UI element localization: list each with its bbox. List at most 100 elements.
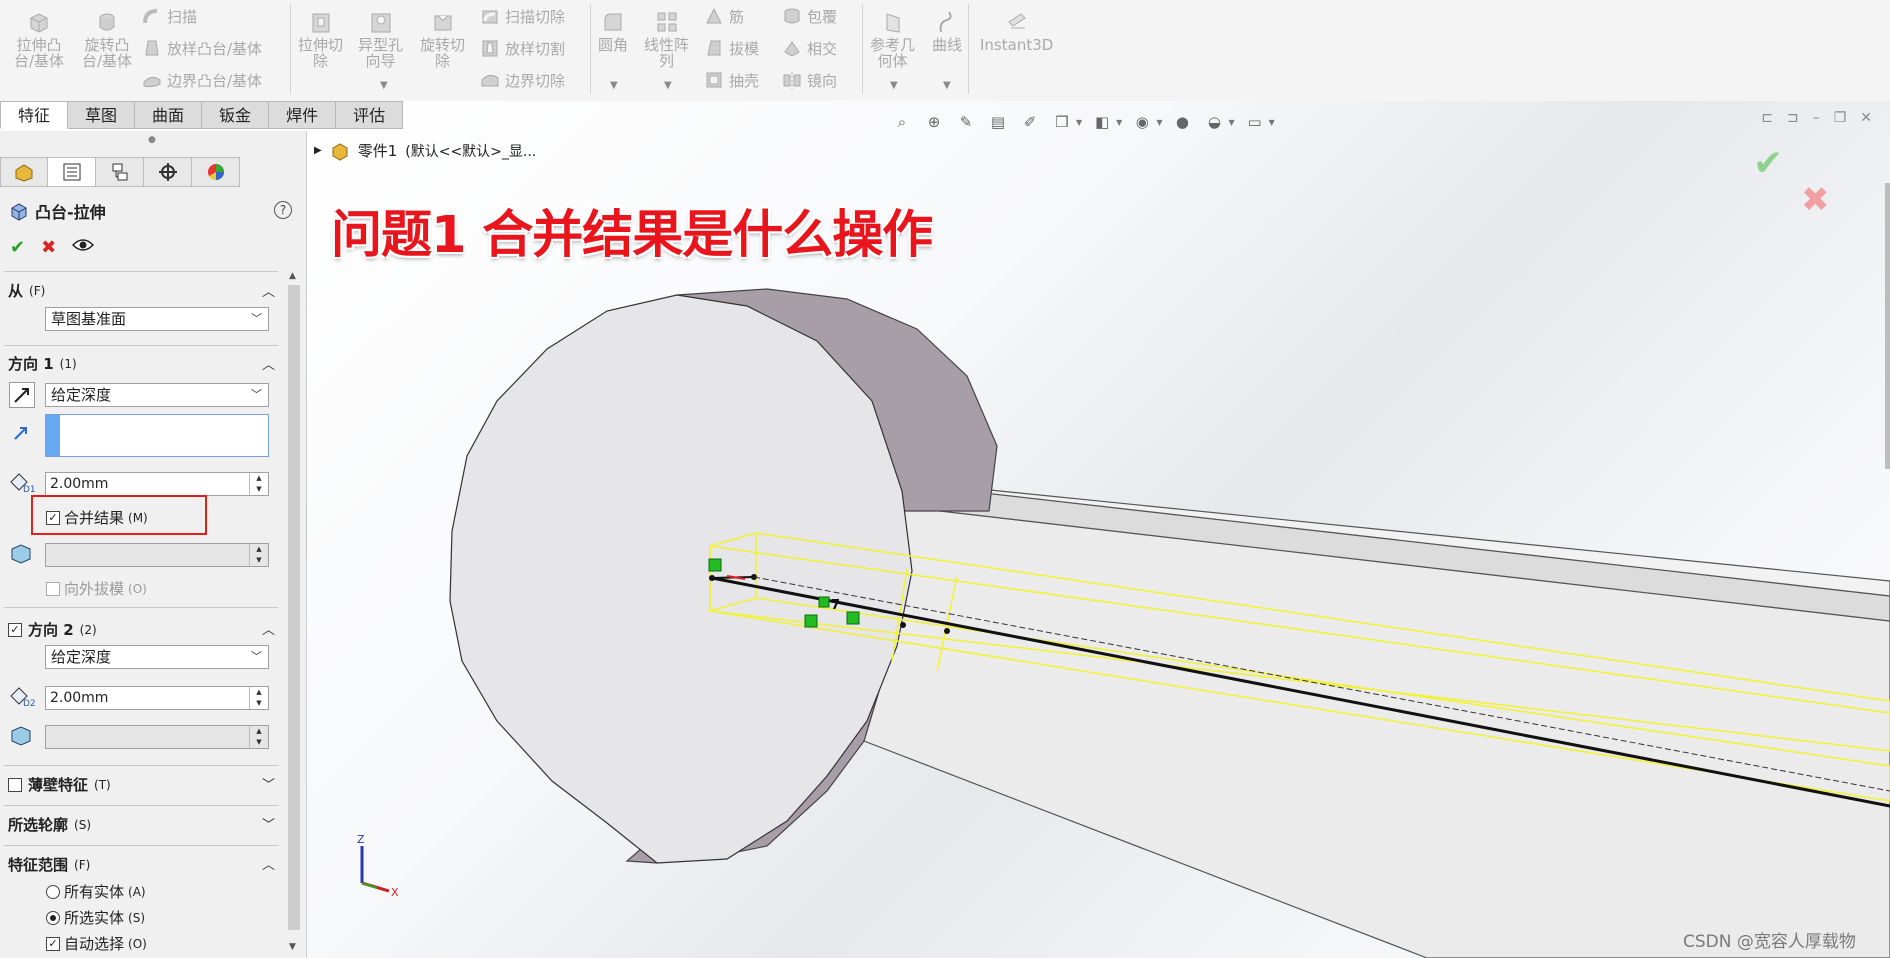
collapse-left-icon[interactable]: ⊏ (1761, 110, 1773, 126)
intersect-button[interactable]: 相交 (782, 36, 837, 60)
tree-expand-icon[interactable]: ▶ (314, 145, 322, 156)
curves-button[interactable]: 曲线 (932, 10, 962, 53)
boundary-cut-button[interactable]: 边界切除 (480, 68, 565, 92)
auto-select-checkbox[interactable]: ✓ 自动选择 (O) (46, 933, 147, 954)
thin-feature-expand-chevron-icon[interactable]: ﹀ (262, 774, 275, 793)
extruded-boss-button[interactable]: 拉伸凸 台/基体 (14, 10, 64, 69)
fillet-button[interactable]: 圆角 (598, 10, 628, 53)
close-icon[interactable]: ✕ (1860, 110, 1872, 126)
wrap-button[interactable]: 包覆 (782, 4, 837, 28)
direction2-end-condition-select[interactable]: 给定深度 ﹀ (45, 645, 269, 669)
view-settings-dropdown-icon[interactable]: ▼ (1269, 118, 1275, 127)
minimize-icon[interactable]: – (1813, 110, 1820, 126)
hole-wizard-button[interactable]: 异型孔 向导 (358, 10, 403, 69)
swept-boss-button[interactable]: 扫描 (142, 4, 197, 28)
tab-evaluate[interactable]: 评估 (336, 101, 404, 129)
view-orientation-dropdown-icon[interactable]: ▼ (1076, 118, 1082, 127)
all-bodies-radio[interactable]: 所有实体 (A) (46, 881, 146, 902)
ok-icon[interactable]: ✔ (10, 237, 25, 258)
rib-button[interactable]: 筋 (704, 4, 744, 28)
confirmation-ok-icon[interactable]: ✔ (1753, 143, 1783, 184)
detailed-preview-eye-icon[interactable] (72, 237, 95, 253)
revolved-boss-button[interactable]: 旋转凸 台/基体 (82, 10, 132, 69)
reference-geometry-button[interactable]: 参考几 何体 (870, 10, 915, 69)
feature-scope-section-header[interactable]: 特征范围 (F) (8, 854, 90, 875)
tab-sketch[interactable]: 草图 (68, 101, 136, 129)
tab-feature-manager[interactable] (0, 157, 48, 187)
restore-icon[interactable]: ❐ (1834, 110, 1847, 126)
zoom-to-area-icon[interactable]: ⊕ (922, 110, 946, 134)
thin-feature-section-header[interactable]: 薄壁特征 (T) (8, 774, 111, 795)
direction1-end-condition-select[interactable]: 给定深度 ﹀ (45, 383, 269, 407)
swept-cut-button[interactable]: 扫描切除 (480, 4, 565, 28)
help-icon[interactable]: ? (274, 201, 292, 219)
tab-features[interactable]: 特征 (0, 101, 69, 129)
revolved-cut-button[interactable]: 旋转切 除 (420, 10, 465, 69)
shell-button[interactable]: 抽壳 (704, 68, 759, 92)
instant3d-button[interactable]: Instant3D (980, 10, 1053, 53)
selected-bodies-radio[interactable]: 所选实体 (S) (46, 907, 145, 928)
boundary-boss-button[interactable]: 边界凸台/基体 (142, 68, 262, 92)
lofted-boss-button[interactable]: 放样凸台/基体 (142, 36, 262, 60)
view-settings-icon[interactable]: ▭ (1243, 110, 1267, 134)
from-collapse-chevron-icon[interactable]: ︿ (262, 281, 275, 300)
apply-scene-icon[interactable]: ◒ (1202, 110, 1226, 134)
draft-angle-input[interactable]: ▲ ▼ (45, 543, 269, 567)
draft-on-off-icon[interactable] (9, 541, 33, 565)
draft-angle-2-input[interactable]: ▲ ▼ (45, 725, 269, 749)
display-style-dropdown-icon[interactable]: ▼ (1116, 118, 1122, 127)
from-section-header[interactable]: 从 (F) (8, 280, 45, 301)
fillet-dropdown-icon[interactable]: ▼ (610, 80, 618, 91)
bar-body[interactable] (863, 488, 1890, 958)
scroll-up-icon[interactable]: ▲ (289, 271, 296, 281)
relation-marker-icon[interactable] (708, 558, 722, 572)
flyout-feature-tree[interactable]: ▶ 零件1 (默认<<默认>_显... (314, 140, 536, 161)
relation-marker-icon[interactable] (804, 614, 818, 628)
depth2-spinner[interactable]: ▲ ▼ (249, 687, 268, 709)
extruded-cut-button[interactable]: 拉伸切 除 (298, 10, 343, 69)
mirror-button[interactable]: 镜向 (782, 68, 837, 92)
hide-show-items-icon[interactable]: ◉ (1130, 110, 1154, 134)
linear-pattern-button[interactable]: 线性阵 列 (644, 10, 689, 69)
feature-scope-collapse-chevron-icon[interactable]: ︿ (262, 854, 275, 873)
tab-display-manager[interactable] (192, 157, 240, 187)
linear-pattern-dropdown-icon[interactable]: ▼ (664, 80, 672, 91)
hide-show-dropdown-icon[interactable]: ▼ (1156, 118, 1162, 127)
relation-marker-icon[interactable] (818, 596, 830, 608)
dynamic-annotation-icon[interactable]: ✐ (1018, 110, 1042, 134)
edit-appearance-icon[interactable]: ● (1170, 110, 1194, 134)
merge-result-checkbox[interactable]: ✓ 合并结果 (M) (46, 507, 148, 528)
scrollbar-thumb[interactable] (288, 285, 300, 930)
lofted-cut-button[interactable]: 放样切割 (480, 36, 565, 60)
cylinder-front-face[interactable] (449, 294, 913, 864)
direction2-check-icon[interactable]: ✓ (8, 622, 22, 637)
apply-scene-dropdown-icon[interactable]: ▼ (1228, 118, 1234, 127)
draft-outward-checkbox[interactable]: 向外拔模 (O) (46, 578, 147, 599)
direction1-section-header[interactable]: 方向 1 (1) (8, 353, 77, 374)
draft-on-off-2-icon[interactable] (9, 723, 33, 747)
selected-contours-expand-chevron-icon[interactable]: ﹀ (262, 814, 275, 833)
thin-feature-check-icon[interactable] (8, 777, 22, 792)
cancel-icon[interactable]: ✖ (41, 237, 56, 258)
hole-wizard-dropdown-icon[interactable]: ▼ (380, 80, 388, 91)
tab-sheet-metal[interactable]: 钣金 (202, 101, 270, 129)
confirmation-cancel-icon[interactable]: ✖ (1801, 180, 1830, 220)
previous-view-icon[interactable]: ✎ (954, 110, 978, 134)
tab-property-manager[interactable] (48, 157, 96, 187)
reference-geometry-dropdown-icon[interactable]: ▼ (890, 80, 898, 91)
direction2-collapse-chevron-icon[interactable]: ︿ (262, 619, 275, 638)
relation-marker-icon[interactable] (846, 611, 860, 625)
panel-scrollbar[interactable]: ▲ ▼ (286, 271, 302, 956)
graphics-area[interactable]: 7 Z X ⌕ ⊕ ✎ ▤ ✐ ❒ ▼ ◧ ▼ ◉ ▼ ● ◒ ▼ ▭ ▼ ⊏ ⊐ – ❐… (307, 101, 1890, 958)
reverse-direction-icon[interactable] (9, 382, 35, 408)
task-pane-edge[interactable] (1885, 183, 1890, 469)
collapse-right-icon[interactable]: ⊐ (1787, 110, 1799, 126)
selected-contours-section-header[interactable]: 所选轮廓 (S) (8, 814, 91, 835)
draft-angle-spinner[interactable]: ▲ ▼ (249, 544, 268, 566)
draft-button[interactable]: 拔模 (704, 36, 759, 60)
direction1-collapse-chevron-icon[interactable]: ︿ (262, 354, 275, 373)
display-style-icon[interactable]: ◧ (1090, 110, 1114, 134)
from-start-condition-select[interactable]: 草图基准面 ﹀ (45, 307, 269, 331)
direction2-section-header[interactable]: ✓ 方向 2 (2) (8, 619, 97, 640)
tab-weldments[interactable]: 焊件 (269, 101, 337, 129)
